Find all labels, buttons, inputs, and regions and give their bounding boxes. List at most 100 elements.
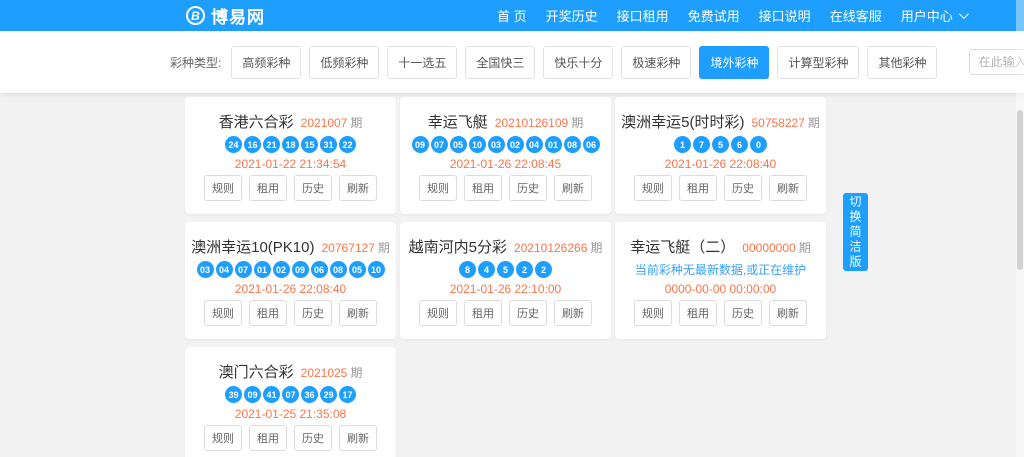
card-actions: 规则租用历史刷新 bbox=[419, 300, 592, 326]
refresh-button[interactable]: 刷新 bbox=[554, 175, 592, 201]
issue-suffix: 期 bbox=[571, 116, 583, 130]
lottery-ball: 07 bbox=[431, 136, 448, 153]
issue-suffix: 期 bbox=[808, 116, 820, 130]
issue-number: 50758227 bbox=[751, 116, 804, 130]
lottery-ball: 06 bbox=[583, 136, 600, 153]
filter-tab[interactable]: 极速彩种 bbox=[621, 46, 691, 79]
history-button[interactable]: 历史 bbox=[294, 300, 332, 326]
nav-item[interactable]: 开奖历史 bbox=[546, 6, 598, 25]
rule-button[interactable]: 规则 bbox=[204, 425, 242, 451]
draw-numbers: 24162118153122 bbox=[225, 136, 356, 153]
lottery-ball: 09 bbox=[292, 261, 309, 278]
lottery-ball: 07 bbox=[282, 386, 299, 403]
draw-time: 2021-01-25 21:35:08 bbox=[235, 407, 346, 421]
card-actions: 规则租用历史刷新 bbox=[634, 175, 807, 201]
history-button[interactable]: 历史 bbox=[509, 175, 547, 201]
switch-simple-version-button[interactable]: 切换简洁版 bbox=[843, 193, 868, 271]
lottery-card: 幸运飞艇20210126109期 09070510030204010806 20… bbox=[400, 97, 611, 214]
lottery-ball: 04 bbox=[526, 136, 543, 153]
lottery-ball: 31 bbox=[320, 136, 337, 153]
nav-item[interactable]: 接口说明 bbox=[759, 6, 811, 25]
rule-button[interactable]: 规则 bbox=[634, 175, 672, 201]
history-button[interactable]: 历史 bbox=[294, 175, 332, 201]
rule-button[interactable]: 规则 bbox=[204, 175, 242, 201]
lottery-ball: 29 bbox=[320, 386, 337, 403]
filter-tab[interactable]: 高频彩种 bbox=[231, 46, 301, 79]
history-button[interactable]: 历史 bbox=[509, 300, 547, 326]
filter-tab[interactable]: 境外彩种 bbox=[699, 46, 769, 79]
draw-time: 0000-00-00 00:00:00 bbox=[665, 282, 776, 296]
card-actions: 规则租用历史刷新 bbox=[419, 175, 592, 201]
rule-button[interactable]: 规则 bbox=[419, 300, 457, 326]
lottery-ball: 18 bbox=[282, 136, 299, 153]
site-logo[interactable]: B 博易网 bbox=[186, 0, 265, 31]
card-actions: 规则租用历史刷新 bbox=[204, 425, 377, 451]
nav-item[interactable]: 接口租用 bbox=[617, 6, 669, 25]
lottery-card: 香港六合彩2021007期 24162118153122 2021-01-22 … bbox=[185, 97, 396, 214]
lottery-ball: 03 bbox=[488, 136, 505, 153]
lottery-type-tabs: 高频彩种低频彩种十一选五全国快三快乐十分极速彩种境外彩种计算型彩种其他彩种 bbox=[231, 46, 937, 79]
lottery-ball: 2 bbox=[535, 261, 552, 278]
lottery-ball: 8 bbox=[459, 261, 476, 278]
refresh-button[interactable]: 刷新 bbox=[339, 300, 377, 326]
user-center-menu[interactable]: 用户中心 bbox=[901, 6, 966, 25]
filter-tab[interactable]: 低频彩种 bbox=[309, 46, 379, 79]
card-actions: 规则租用历史刷新 bbox=[204, 300, 377, 326]
draw-numbers: 09070510030204010806 bbox=[412, 136, 600, 153]
draw-numbers: 03040701020906080510 bbox=[197, 261, 385, 278]
lottery-ball: 02 bbox=[273, 261, 290, 278]
lottery-name: 澳洲幸运5(时时彩) bbox=[621, 114, 744, 131]
rent-button[interactable]: 租用 bbox=[679, 300, 717, 326]
maintenance-message: 当前彩种无最新数据,或正在维护 bbox=[635, 261, 806, 278]
user-center-label: 用户中心 bbox=[901, 6, 953, 25]
rule-button[interactable]: 规则 bbox=[204, 300, 242, 326]
lottery-ball: 02 bbox=[507, 136, 524, 153]
lottery-ball: 15 bbox=[301, 136, 318, 153]
scrollbar-track[interactable] bbox=[1016, 0, 1024, 457]
lottery-name: 香港六合彩 bbox=[219, 114, 294, 131]
nav-item[interactable]: 首 页 bbox=[497, 6, 527, 25]
refresh-button[interactable]: 刷新 bbox=[769, 300, 807, 326]
filter-tab[interactable]: 其他彩种 bbox=[867, 46, 937, 79]
rent-button[interactable]: 租用 bbox=[464, 175, 502, 201]
lottery-ball: 08 bbox=[330, 261, 347, 278]
lottery-name: 澳洲幸运10(PK10) bbox=[191, 239, 314, 256]
lottery-ball: 06 bbox=[311, 261, 328, 278]
filter-tab[interactable]: 快乐十分 bbox=[543, 46, 613, 79]
lottery-ball: 07 bbox=[235, 261, 252, 278]
lottery-name: 越南河内5分彩 bbox=[409, 239, 507, 256]
rent-button[interactable]: 租用 bbox=[249, 300, 287, 326]
refresh-button[interactable]: 刷新 bbox=[554, 300, 592, 326]
scrollbar-thumb[interactable] bbox=[1017, 110, 1023, 270]
card-actions: 规则租用历史刷新 bbox=[634, 300, 807, 326]
refresh-button[interactable]: 刷新 bbox=[769, 175, 807, 201]
nav-item[interactable]: 免费试用 bbox=[688, 6, 740, 25]
rent-button[interactable]: 租用 bbox=[249, 175, 287, 201]
rule-button[interactable]: 规则 bbox=[634, 300, 672, 326]
lottery-ball: 4 bbox=[478, 261, 495, 278]
lottery-ball: 6 bbox=[731, 136, 748, 153]
draw-time: 2021-01-22 21:34:54 bbox=[235, 157, 346, 171]
filter-tab[interactable]: 十一选五 bbox=[387, 46, 457, 79]
filter-tab[interactable]: 全国快三 bbox=[465, 46, 535, 79]
issue-number: 2021025 bbox=[301, 366, 348, 380]
history-button[interactable]: 历史 bbox=[724, 175, 762, 201]
nav-item[interactable]: 在线客服 bbox=[830, 6, 882, 25]
rent-button[interactable]: 租用 bbox=[464, 300, 502, 326]
history-button[interactable]: 历史 bbox=[724, 300, 762, 326]
filter-tab[interactable]: 计算型彩种 bbox=[777, 46, 859, 79]
history-button[interactable]: 历史 bbox=[294, 425, 332, 451]
draw-numbers: 17560 bbox=[674, 136, 767, 153]
lottery-name: 澳门六合彩 bbox=[219, 364, 294, 381]
issue-number: 00000000 bbox=[742, 241, 795, 255]
refresh-button[interactable]: 刷新 bbox=[339, 425, 377, 451]
lottery-card: 越南河内5分彩20210126266期 84522 2021-01-26 22:… bbox=[400, 222, 611, 339]
rent-button[interactable]: 租用 bbox=[249, 425, 287, 451]
refresh-button[interactable]: 刷新 bbox=[339, 175, 377, 201]
rule-button[interactable]: 规则 bbox=[419, 175, 457, 201]
issue-number: 20210126109 bbox=[495, 116, 568, 130]
lottery-ball: 09 bbox=[412, 136, 429, 153]
rent-button[interactable]: 租用 bbox=[679, 175, 717, 201]
lottery-ball: 7 bbox=[693, 136, 710, 153]
lottery-ball: 01 bbox=[545, 136, 562, 153]
